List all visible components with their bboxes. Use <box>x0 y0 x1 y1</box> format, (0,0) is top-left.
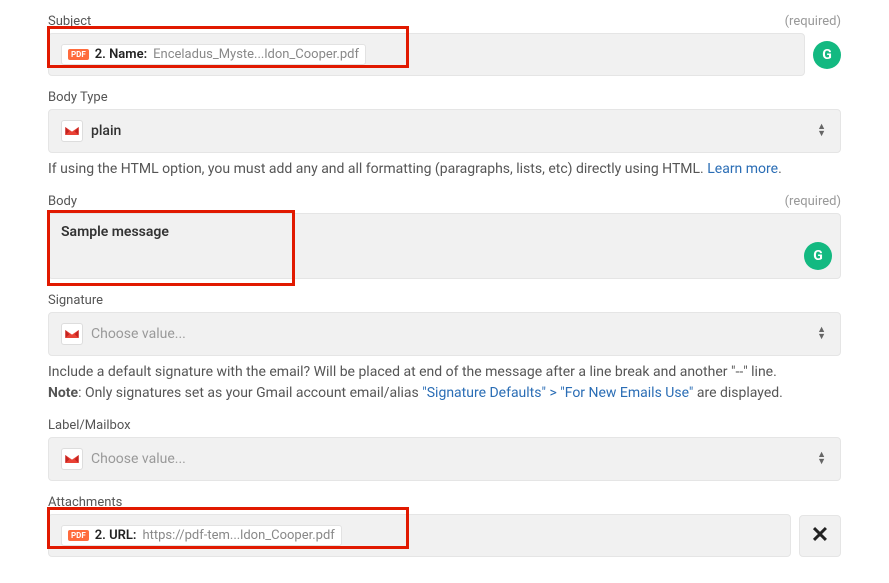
attachments-pill-value: https://pdf-tem...ldon_Cooper.pdf <box>142 528 334 543</box>
bodytype-label: Body Type <box>48 90 108 105</box>
subject-pill[interactable]: PDF 2. Name: Enceladus_Myste...ldon_Coop… <box>61 44 366 65</box>
body-value: Sample message <box>61 224 169 240</box>
gmail-icon <box>61 120 83 142</box>
gmail-icon <box>61 323 83 345</box>
attachments-pill[interactable]: PDF 2. URL: https://pdf-tem...ldon_Coope… <box>61 525 342 546</box>
subject-label: Subject <box>48 14 91 29</box>
bodytype-select[interactable]: plain ▲▼ <box>48 109 841 153</box>
attachments-input[interactable]: PDF 2. URL: https://pdf-tem...ldon_Coope… <box>48 514 791 557</box>
labelmailbox-placeholder: Choose value... <box>91 451 186 467</box>
signature-label: Signature <box>48 293 103 308</box>
labelmailbox-label: Label/Mailbox <box>48 418 131 433</box>
grammarly-icon[interactable]: G <box>813 41 841 69</box>
close-icon: ✕ <box>811 523 829 548</box>
body-textarea[interactable]: Sample message G <box>48 213 841 279</box>
chevron-updown-icon: ▲▼ <box>817 452 828 466</box>
subject-pill-value: Enceladus_Myste...ldon_Cooper.pdf <box>153 47 359 62</box>
labelmailbox-select[interactable]: Choose value... ▲▼ <box>48 437 841 481</box>
attachments-label: Attachments <box>48 495 122 510</box>
subject-pill-prefix: 2. Name: <box>95 47 147 62</box>
body-label: Body <box>48 194 77 209</box>
subject-input[interactable]: PDF 2. Name: Enceladus_Myste...ldon_Coop… <box>48 33 805 76</box>
signature-helper: Include a default signature with the ema… <box>48 362 841 404</box>
bodytype-helper: If using the HTML option, you must add a… <box>48 159 841 180</box>
gmail-icon <box>61 448 83 470</box>
grammarly-icon[interactable]: G <box>804 242 832 270</box>
signature-placeholder: Choose value... <box>91 326 186 342</box>
signature-defaults-link[interactable]: "Signature Defaults" > "For New Emails U… <box>422 385 693 401</box>
remove-attachment-button[interactable]: ✕ <box>799 515 841 557</box>
pdf-badge-icon: PDF <box>68 49 89 61</box>
subject-required: (required) <box>785 14 841 29</box>
signature-select[interactable]: Choose value... ▲▼ <box>48 312 841 356</box>
pdf-badge-icon: PDF <box>68 530 89 542</box>
attachments-pill-prefix: 2. URL: <box>95 528 137 543</box>
body-required: (required) <box>785 194 841 209</box>
chevron-updown-icon: ▲▼ <box>817 124 828 138</box>
chevron-updown-icon: ▲▼ <box>817 327 828 341</box>
highlight-body <box>47 210 295 286</box>
bodytype-value: plain <box>91 123 121 139</box>
learn-more-link[interactable]: Learn more <box>707 161 778 177</box>
